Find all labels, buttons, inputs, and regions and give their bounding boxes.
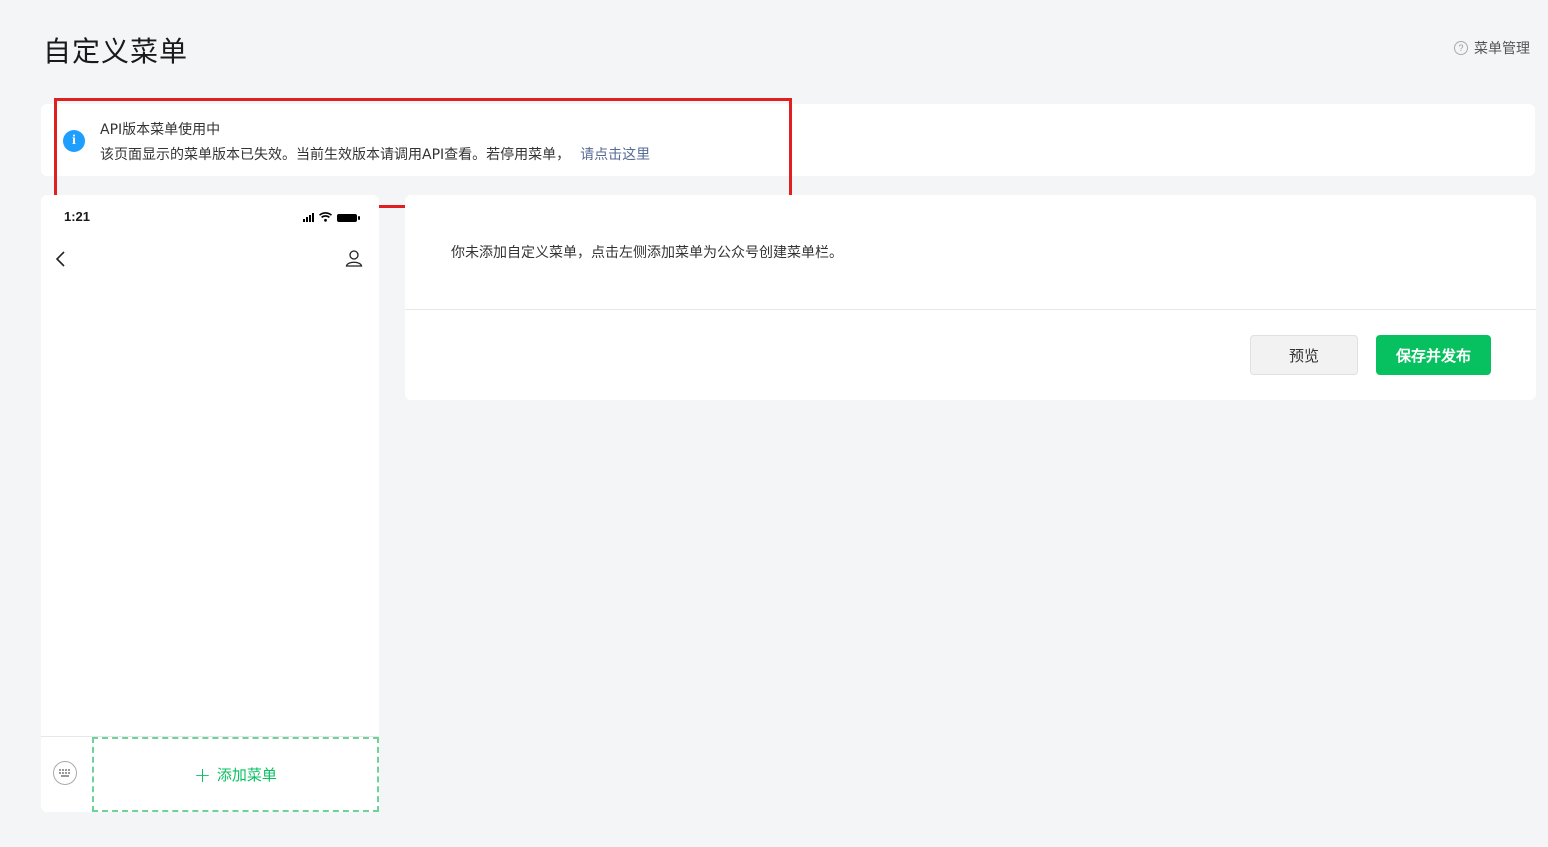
user-icon[interactable] — [345, 249, 363, 267]
battery-icon — [337, 214, 360, 222]
status-bar-time: 1:21 — [64, 209, 91, 224]
back-icon[interactable] — [55, 250, 67, 268]
notice-body: 该页面显示的菜单版本已失效。当前生效版本请调用API查看。若停用菜单， 请点击这里 — [100, 144, 650, 164]
page: 自定义菜单 ? 菜单管理 i API版本菜单使用中 该页面显示的菜单版本已失效。… — [0, 0, 1548, 847]
disable-menu-link[interactable]: 请点击这里 — [580, 147, 650, 163]
api-version-notice: i API版本菜单使用中 该页面显示的菜单版本已失效。当前生效版本请调用API查… — [41, 104, 1535, 176]
add-menu-button[interactable]: + 添加菜单 — [92, 737, 379, 812]
page-title: 自定义菜单 — [43, 35, 189, 68]
preview-button[interactable]: 预览 — [1250, 335, 1358, 375]
status-bar-icons — [303, 212, 360, 222]
plus-icon: + — [194, 762, 211, 787]
menu-management-help-link[interactable]: ? 菜单管理 — [1454, 38, 1530, 58]
keyboard-icon[interactable] — [53, 761, 77, 785]
notice-body-text: 该页面显示的菜单版本已失效。当前生效版本请调用API查看。若停用菜单， — [100, 147, 571, 163]
phone-preview: 1:21 + 添加菜单 — [41, 195, 379, 812]
wifi-icon — [319, 212, 332, 222]
empty-menu-tip: 你未添加自定义菜单，点击左侧添加菜单为公众号创建菜单栏。 — [451, 245, 843, 261]
question-circle-icon: ? — [1454, 41, 1468, 55]
signal-icon — [303, 213, 314, 222]
help-link-label: 菜单管理 — [1474, 41, 1530, 57]
info-icon: i — [63, 130, 85, 152]
menu-editor-panel: 你未添加自定义菜单，点击左侧添加菜单为公众号创建菜单栏。 预览 保存并发布 — [405, 195, 1536, 400]
notice-title: API版本菜单使用中 — [100, 122, 221, 138]
menu-bar: + 添加菜单 — [41, 736, 379, 812]
divider — [405, 309, 1536, 310]
add-menu-label: 添加菜单 — [216, 766, 277, 784]
save-and-publish-button[interactable]: 保存并发布 — [1376, 335, 1491, 375]
